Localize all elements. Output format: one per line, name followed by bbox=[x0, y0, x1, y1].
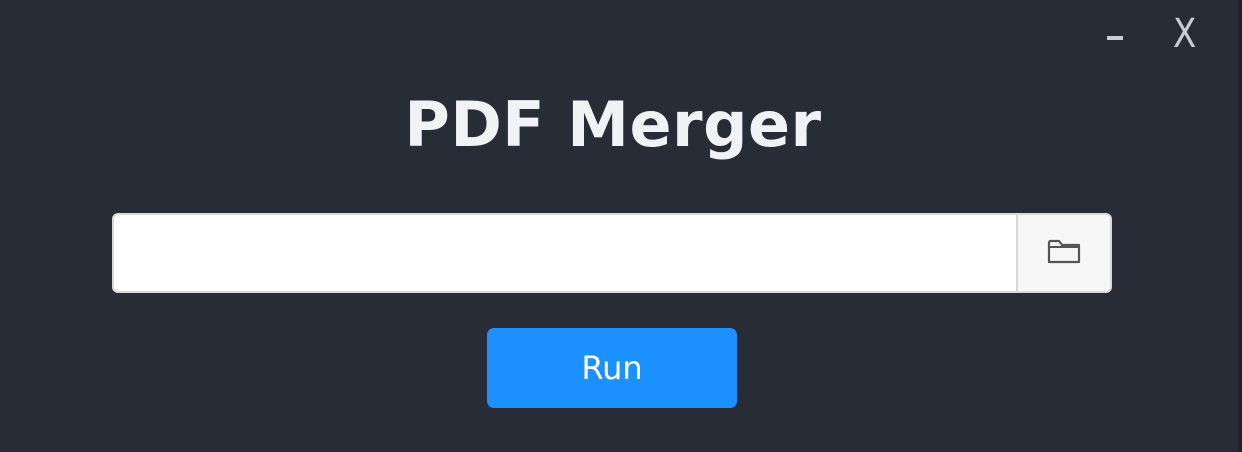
window-edge bbox=[1238, 0, 1242, 452]
run-button[interactable]: Run bbox=[487, 328, 737, 408]
file-picker bbox=[112, 213, 1112, 293]
close-button[interactable]: X bbox=[1173, 14, 1196, 54]
page-title: PDF Merger bbox=[404, 88, 822, 161]
browse-button[interactable] bbox=[1016, 215, 1110, 291]
window-controls: X bbox=[1106, 14, 1198, 54]
minimize-button[interactable] bbox=[1106, 36, 1123, 40]
file-path-input[interactable] bbox=[114, 215, 1016, 291]
folder-icon bbox=[1047, 237, 1081, 269]
